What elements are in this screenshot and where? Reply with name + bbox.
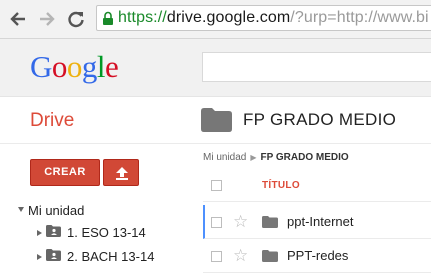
back-arrow-icon[interactable] bbox=[7, 8, 29, 30]
expand-arrow-icon[interactable] bbox=[37, 229, 42, 236]
lock-icon bbox=[102, 11, 114, 31]
url-bar[interactable]: https://drive.google.com/?urp=http://www… bbox=[96, 5, 431, 31]
logo-letter: l bbox=[96, 49, 106, 84]
expand-arrow-icon[interactable] bbox=[37, 253, 42, 260]
logo-letter: e bbox=[105, 49, 119, 84]
logo-letter: o bbox=[66, 49, 83, 84]
row-checkbox[interactable] bbox=[211, 251, 222, 262]
shared-folder-icon bbox=[46, 249, 61, 264]
column-title-header[interactable]: TÍTULO bbox=[262, 180, 300, 191]
star-icon[interactable]: ☆ bbox=[233, 246, 248, 266]
breadcrumb-current: FP GRADO MEDIO bbox=[260, 152, 349, 163]
folder-title: FP GRADO MEDIO bbox=[243, 110, 397, 129]
star-icon[interactable]: ☆ bbox=[233, 212, 248, 232]
tree-root-label: Mi unidad bbox=[28, 203, 85, 218]
folder-icon bbox=[262, 215, 278, 233]
url-text: https://drive.google.com/?urp=http://www… bbox=[118, 9, 429, 26]
collapse-arrow-icon[interactable] bbox=[18, 207, 24, 213]
select-all-checkbox[interactable] bbox=[211, 180, 222, 191]
logo-letter: g bbox=[81, 49, 98, 84]
google-logo[interactable]: Google bbox=[30, 49, 119, 85]
upload-icon bbox=[116, 167, 128, 180]
sidebar-item-bach[interactable]: 2. BACH 13-14 bbox=[37, 249, 154, 265]
tree-root-my-drive[interactable]: Mi unidad bbox=[18, 203, 84, 218]
breadcrumb-root[interactable]: Mi unidad bbox=[203, 152, 246, 163]
create-button[interactable]: CREAR bbox=[30, 159, 100, 186]
breadcrumb: Mi unidad ▶ FP GRADO MEDIO bbox=[203, 152, 349, 163]
row-checkbox[interactable] bbox=[211, 217, 222, 228]
file-name[interactable]: PPT-redes bbox=[287, 248, 348, 263]
file-name[interactable]: ppt-Internet bbox=[287, 214, 354, 229]
forward-arrow-icon[interactable] bbox=[36, 8, 58, 30]
upload-button[interactable] bbox=[103, 159, 139, 186]
logo-letter: G bbox=[30, 49, 52, 84]
reload-icon[interactable] bbox=[65, 8, 87, 30]
chevron-right-icon: ▶ bbox=[250, 153, 257, 162]
search-input[interactable] bbox=[202, 52, 431, 82]
drive-label[interactable]: Drive bbox=[30, 110, 74, 132]
folder-icon bbox=[262, 249, 278, 267]
shared-folder-icon bbox=[46, 225, 61, 240]
folder-icon bbox=[201, 108, 232, 137]
sidebar-item-label: 1. ESO 13-14 bbox=[67, 225, 146, 240]
sidebar-item-label: 2. BACH 13-14 bbox=[67, 249, 155, 264]
logo-letter: o bbox=[51, 49, 68, 84]
sidebar-item-eso[interactable]: 1. ESO 13-14 bbox=[37, 225, 146, 241]
column-header-row bbox=[203, 170, 431, 202]
